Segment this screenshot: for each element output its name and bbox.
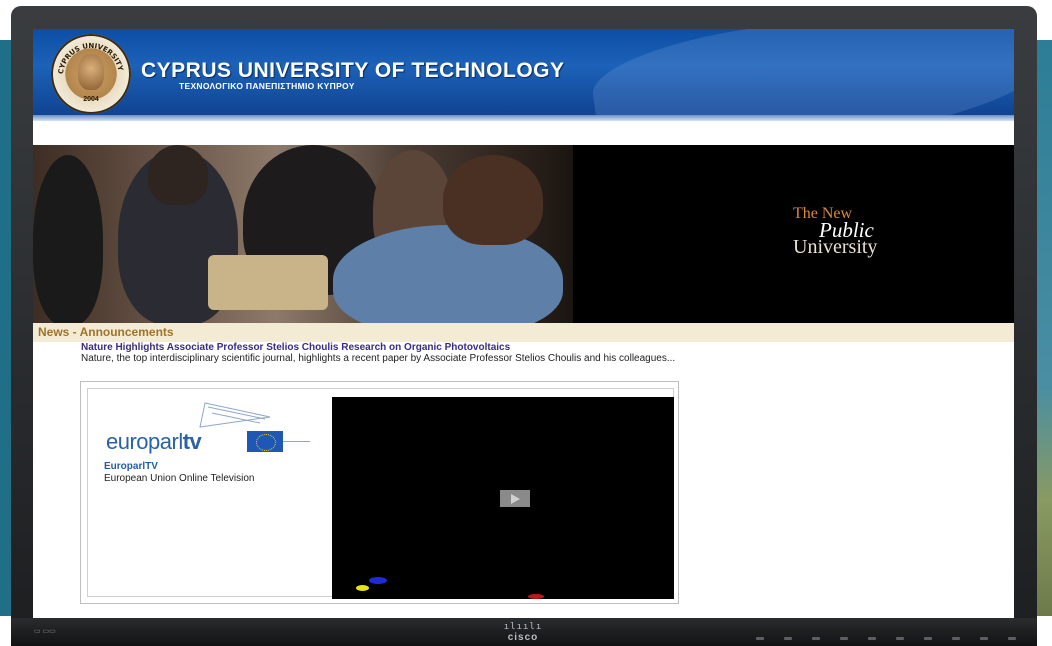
site-header: CYPRUS UNIVERSITY OF TECHNOLOGY 2004 CYP… xyxy=(33,29,1014,121)
europarl-widget-inner: europarltv EuroparlTV European Union Onl… xyxy=(87,388,674,599)
control-button-icon xyxy=(784,636,792,640)
video-player[interactable] xyxy=(332,397,674,599)
news-headline-link[interactable]: Nature Highlights Associate Professor St… xyxy=(81,342,510,353)
monitor-badge-icon: ▭ ▭▭ xyxy=(34,628,56,635)
europarl-logo-text: europarltv xyxy=(106,429,202,454)
control-button-icon xyxy=(952,636,960,640)
tagline-line3: University xyxy=(793,236,878,258)
news-section-title: News - Announcements xyxy=(38,325,174,339)
play-icon xyxy=(511,494,520,504)
seal-year: 2004 xyxy=(83,96,99,103)
europarl-hemicycle-icon xyxy=(199,402,271,428)
news-summary: Nature, the top interdisciplinary scient… xyxy=(81,353,676,364)
control-button-icon xyxy=(812,636,820,640)
control-button-icon xyxy=(1008,636,1016,640)
control-button-icon xyxy=(980,636,988,640)
video-artifact xyxy=(369,577,387,584)
monitor-screen: CYPRUS UNIVERSITY OF TECHNOLOGY 2004 CYP… xyxy=(33,29,1014,618)
europarl-widget: europarltv EuroparlTV European Union Onl… xyxy=(80,381,679,604)
monitor-controls xyxy=(756,634,1016,642)
student-figure xyxy=(33,155,103,323)
play-button[interactable] xyxy=(500,490,530,507)
photo-banner: The New Public University xyxy=(33,145,1014,323)
student-figure xyxy=(148,145,208,205)
table-cups xyxy=(208,255,328,310)
cisco-brand: cisco xyxy=(507,632,539,643)
cisco-logo: ılıılı cisco xyxy=(498,622,548,643)
control-button-icon xyxy=(896,636,904,640)
control-button-icon xyxy=(840,636,848,640)
university-seal[interactable]: CYPRUS UNIVERSITY OF TECHNOLOGY 2004 xyxy=(51,34,131,114)
europarl-name-link[interactable]: EuroparlTV xyxy=(104,461,158,472)
student-figure xyxy=(443,155,543,245)
eu-flag-icon xyxy=(247,431,283,452)
site-title[interactable]: CYPRUS UNIVERSITY OF TECHNOLOGY xyxy=(141,59,565,83)
europarl-logo[interactable]: europarltv xyxy=(100,399,310,459)
video-artifact xyxy=(356,585,369,591)
header-stripe xyxy=(33,115,1014,121)
students-photo xyxy=(33,145,573,323)
logo-divider xyxy=(283,441,310,442)
control-button-icon xyxy=(924,636,932,640)
site-subtitle: ΤΕΧΝΟΛΟΓΙΚΟ ΠΑΝΕΠΙΣΤΗΜΙΟ ΚΥΠΡΟΥ xyxy=(179,81,355,91)
video-artifact xyxy=(528,594,544,599)
cisco-bars-icon: ılıılı xyxy=(503,622,543,632)
seal-portrait xyxy=(78,54,104,90)
control-button-icon xyxy=(756,636,764,640)
cyprus-map-graphic xyxy=(586,29,1014,121)
banner-tagline: The New Public University xyxy=(793,205,923,258)
europarl-description: European Union Online Television xyxy=(104,473,255,484)
control-button-icon xyxy=(868,636,876,640)
student-figure xyxy=(333,225,563,323)
news-section-header: News - Announcements xyxy=(33,323,1014,342)
